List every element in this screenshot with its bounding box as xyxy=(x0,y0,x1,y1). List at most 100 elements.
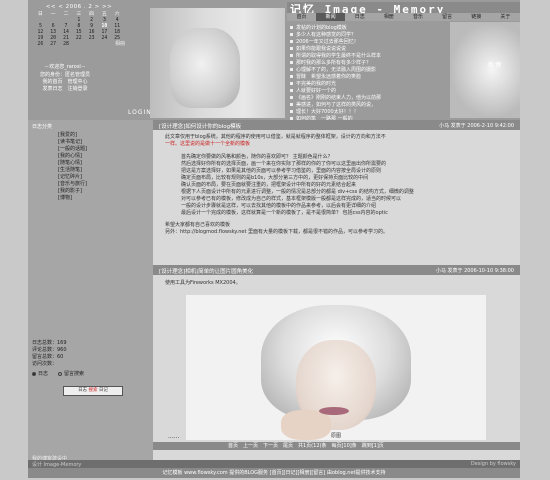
bullet-icon xyxy=(290,47,293,50)
post-paragraph: 使用工具为Fireworks MX2004。 xyxy=(165,280,241,286)
category-link[interactable]: [我爱的] xyxy=(58,132,87,139)
post-header: [设计理念]如何设计你的blog模板 小马 发表于 2006-2-10 9:42… xyxy=(153,120,520,130)
menu-item-blog[interactable]: 日志 xyxy=(345,13,374,21)
news-item[interactable]: 所谓的取得我的学生最终不是什么样本 xyxy=(290,52,381,59)
bullet-icon xyxy=(290,103,293,106)
news-item[interactable]: 2006一年又过去那些回忆！ xyxy=(290,38,359,45)
radio-messages[interactable]: 留言搜索 xyxy=(58,370,84,377)
post-meta: 小马 发表于 2006-10-10 9:38:00 xyxy=(435,268,514,274)
post-body: 使用工具为Fireworks MX2004。 xyxy=(153,280,520,287)
step-item: 对可以参考已有的模板，修改成为自己的样式，基本框架模版一般都是这样完成的，适当的… xyxy=(181,196,402,202)
footer-left-text: 设计 Image-Memory xyxy=(32,462,82,468)
search-scope: 日志 留言搜索 xyxy=(32,370,84,377)
menu-item-home[interactable]: 首页 xyxy=(287,13,316,21)
blog-stats: 日志总数：169 评论总数：960 留言总数：60 访问次数： xyxy=(32,340,67,368)
category-links: [我爱的] [读书笔记] [一般的话题] [我的心情] [随笔心情] [生活随笔… xyxy=(58,132,87,202)
stat-visits: 访问次数： xyxy=(32,361,58,367)
step-item: 确定页面布局，比较有规则的是b10s，大部分第三方中的，更好保持页面比较的中间 xyxy=(181,175,369,181)
bullet-icon xyxy=(290,68,293,71)
calendar-nav[interactable]: << < 2006 . 2 > >> xyxy=(34,4,124,10)
welcome-text: －欢迎您_rarosl－ xyxy=(44,64,86,70)
bullet-icon xyxy=(290,61,293,64)
news-item[interactable]: 不完美的我的时光 xyxy=(290,80,336,87)
image-caption: 原图 xyxy=(331,433,342,439)
menu-item-music[interactable]: 音乐 xyxy=(404,13,433,21)
category-link[interactable]: [我的心情] xyxy=(58,153,87,160)
newbie-label: 新博 xyxy=(488,62,503,69)
bullet-icon xyxy=(290,26,293,29)
footer-links[interactable]: 记忆模板 www.flowsky.com 提供的BLOG服务 [首页][日记][… xyxy=(28,468,520,478)
news-item[interactable]: 《画名》刚刚的结束人力，他为以前那 xyxy=(290,94,381,101)
category-link[interactable]: [博物] xyxy=(58,195,87,202)
news-item[interactable]: 发帖的计划的blog模板 xyxy=(290,24,347,31)
menu-item-links[interactable]: 链接 xyxy=(462,13,491,21)
footer-top: 设计 Image-Memory Design by flowsky xyxy=(28,460,520,468)
step-item: 最后设计一个完成的模板，这样就算是一个新的模板了，是不是很简单？ 包括css内容… xyxy=(181,210,388,216)
post-highlight: 一样。这里说的是做十一个全新的模板 xyxy=(165,141,251,147)
post-title[interactable]: [设计理念]如何设计你的blog模板 xyxy=(159,122,241,130)
photo-album-link[interactable]: 相冊 xyxy=(115,40,125,47)
news-item[interactable]: 多少人有这种感觉的同学？ xyxy=(290,31,356,38)
category-link[interactable]: [读书笔记] xyxy=(58,139,87,146)
post-header: [设计理念]相机|简单的让图片圆角美化 小马 发表于 2006-10-10 9:… xyxy=(153,265,520,275)
more-dots: ...... xyxy=(168,433,180,440)
hand-shape xyxy=(281,410,331,440)
calendar: << < 2006 . 2 > >> 日 一 二 三 四 五 六 1 2 3 4… xyxy=(34,4,124,52)
menu-item-about[interactable]: 关于 xyxy=(491,13,520,21)
category-link[interactable]: [一般的话题] xyxy=(58,146,87,153)
search-button[interactable]: 搜索 xyxy=(89,388,98,393)
main-content: [设计理念]如何设计你的blog模板 小马 发表于 2006-2-10 9:42… xyxy=(153,120,520,460)
news-item[interactable]: 那时我的那么多所有有多少样子？ xyxy=(290,59,371,66)
search-box[interactable]: 日志 搜索 日记 xyxy=(63,386,123,396)
menu-item-news[interactable]: 新闻 xyxy=(316,13,346,21)
stat-comments: 评论总数：960 xyxy=(32,347,67,353)
radio-empty-icon xyxy=(58,371,63,376)
stat-posts: 日志总数：169 xyxy=(32,340,67,346)
category-title: 日志分类 xyxy=(32,124,53,130)
post-title[interactable]: [设计理念]相机|简单的让图片圆角美化 xyxy=(159,267,253,275)
radio-posts[interactable]: 日志 xyxy=(32,370,48,377)
menu-item-album[interactable]: 相册 xyxy=(374,13,403,21)
post-body: 此文章仅用于blog系统，其他的程序的使用可以借鉴，就是就程序的整体框架，设计的… xyxy=(153,134,520,236)
category-link[interactable]: [随笔心情] xyxy=(58,160,87,167)
login-button[interactable]: LOGIN xyxy=(128,109,152,116)
step-item: 确认页面的布局，要在页面就要注重的，把框架设计中所有的好的元素结合起来 xyxy=(181,182,357,188)
header-right-image xyxy=(450,22,520,118)
bullet-icon xyxy=(290,82,293,85)
bullet-icon xyxy=(290,110,293,113)
post-meta: 小马 发表于 2006-2-10 9:42:00 xyxy=(439,123,514,129)
category-link[interactable]: [我的影子] xyxy=(58,188,87,195)
lips-shape xyxy=(319,407,349,415)
category-link[interactable]: [记忆碎片] xyxy=(58,174,87,181)
category-link[interactable]: [音乐与旅行] xyxy=(58,181,87,188)
calendar-day[interactable] xyxy=(85,42,98,48)
bullet-icon xyxy=(290,89,293,92)
home-admin-links[interactable]: 我的首页 管理中心 xyxy=(30,78,100,85)
step-item: 一般的设计步骤就是这样，可以去找其他的模板中的作品来参考，以后会有更详细的介绍 xyxy=(181,203,377,209)
news-item[interactable]: 如果你能跟我说说说说 xyxy=(290,45,346,52)
news-item[interactable]: 冒昧 希望永远感着你的笑脸 xyxy=(290,73,361,80)
identity-text: 您的身份：匿名管理员 xyxy=(39,72,90,78)
news-item[interactable]: 理长！大好7000太好！！！ xyxy=(290,108,359,115)
news-list: 发帖的计划的blog模板 多少人有这种感觉的同学？ 2006一年又过去那些回忆！… xyxy=(290,22,450,122)
post-closing: 希望大家都有自己喜欢的模板 xyxy=(165,222,231,228)
news-item[interactable]: 人就要好好一个的 xyxy=(290,87,336,94)
category-link[interactable]: [生活随笔] xyxy=(58,167,87,174)
post-logout-links[interactable]: 发表日志 注销登录 xyxy=(30,85,100,92)
calendar-day[interactable]: 27 xyxy=(47,42,60,48)
bullet-icon xyxy=(290,96,293,99)
main-menu: 首页 新闻 日志 相册 音乐 留言 链接 关于 xyxy=(287,13,520,21)
calendar-day[interactable]: 28 xyxy=(60,42,73,48)
calendar-day[interactable] xyxy=(72,42,85,48)
pagination[interactable]: 首页 上一页 下一页 尾页 共1页(12)条 每页[10]条 跳到[1]页 xyxy=(153,442,520,450)
footer-right-text: Design by flowsky xyxy=(470,461,516,467)
step-item: 然后选择好你所有的选择页面，画一个来在你实际了那样的你的了你可以这里画出你所需要… xyxy=(181,161,387,167)
news-item[interactable]: 心理解不了的，无法融入周围的摄影 xyxy=(290,66,376,73)
news-item[interactable]: 美感进，如何与了这样的类风的说， xyxy=(290,101,376,108)
calendar-day[interactable] xyxy=(98,42,111,48)
calendar-day[interactable]: 26 xyxy=(34,42,47,48)
post-link-line[interactable]: 另外：http://blogmod.flowsky.net 里面有大量的模板下载… xyxy=(165,229,508,236)
step-item: 根据下人页面设计中所有的元素进行调整，一般的情况是总部分的都是 div+css … xyxy=(181,189,414,195)
post-steps: 首先确定你要做的风格和颜色，随你的喜欢即可？ 主题颜色是什么？ 然后选择好你所有… xyxy=(171,154,508,217)
menu-item-guestbook[interactable]: 留言 xyxy=(433,13,462,21)
